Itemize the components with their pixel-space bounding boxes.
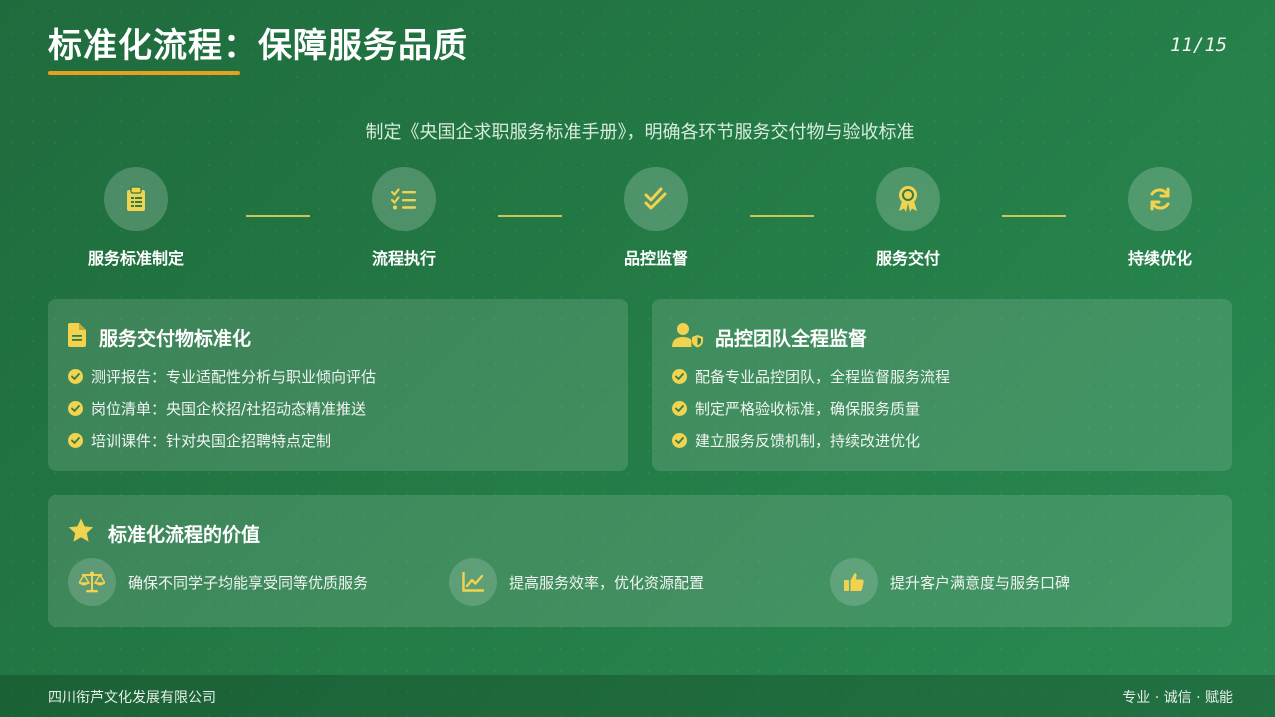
page-indicator: 11/15: [1170, 34, 1228, 56]
title-underline: [48, 71, 240, 75]
check-circle-icon: [68, 432, 83, 448]
step-label: 持续优化: [1127, 249, 1192, 268]
check-circle-icon: [68, 368, 83, 384]
subtitle: 制定《央国企求职服务标准手册》，明确各环节服务交付物与验收标准: [365, 122, 915, 143]
check-circle-icon: [68, 400, 83, 416]
refresh-icon: [1128, 167, 1192, 231]
step-process-execution: 流程执行: [324, 167, 484, 269]
step-label: 服务标准制定: [87, 249, 184, 268]
list-item: 建立服务反馈机制，持续改进优化: [672, 430, 920, 450]
deliverables-card: 服务交付物标准化 测评报告：专业适配性分析与职业倾向评估 岗位清单：央国企校招/…: [48, 299, 628, 471]
list-item: 培训课件：针对央国企招聘特点定制: [68, 430, 331, 450]
clipboard-icon: [104, 167, 168, 231]
step-service-delivery: 服务交付: [828, 167, 988, 269]
checklist-icon: [372, 167, 436, 231]
company-name: 四川衔芦文化发展有限公司: [48, 690, 216, 706]
double-check-icon: [624, 167, 688, 231]
step-connector: [750, 215, 814, 217]
chart-line-icon: [449, 558, 497, 606]
step-connector: [498, 215, 562, 217]
step-quality-control: 品控监督: [576, 167, 736, 269]
check-circle-icon: [672, 432, 687, 448]
step-label: 服务交付: [875, 249, 940, 268]
card-title: 服务交付物标准化: [99, 328, 252, 350]
quality-control-card: 品控团队全程监督 配备专业品控团队，全程监督服务流程 制定严格验收标准，确保服务…: [652, 299, 1232, 471]
card-title: 标准化流程的价值: [108, 524, 261, 546]
list-item: 配备专业品控团队，全程监督服务流程: [672, 366, 950, 386]
step-connector: [1002, 215, 1066, 217]
award-icon: [876, 167, 940, 231]
step-continuous-improvement: 持续优化: [1080, 167, 1240, 269]
list-item: 制定严格验收标准，确保服务质量: [672, 398, 920, 418]
user-shield-icon: [672, 322, 704, 352]
check-circle-icon: [672, 400, 687, 416]
step-connector: [246, 215, 310, 217]
step-label: 流程执行: [371, 249, 436, 268]
document-icon: [68, 323, 86, 351]
footer: 四川衔芦文化发展有限公司 专业 · 诚信 · 赋能: [0, 675, 1275, 717]
list-item: 岗位清单：央国企校招/社招动态精准推送: [68, 398, 366, 418]
page-title: 标准化流程：保障服务品质: [48, 26, 468, 66]
value-item: 提高服务效率，优化资源配置: [449, 558, 704, 606]
card-title: 品控团队全程监督: [715, 328, 868, 350]
balance-scale-icon: [68, 558, 116, 606]
value-item: 提升客户满意度与服务口碑: [830, 558, 1070, 606]
thumbs-up-icon: [830, 558, 878, 606]
star-icon: [68, 518, 94, 547]
check-circle-icon: [672, 368, 687, 384]
step-label: 品控监督: [623, 249, 688, 268]
footer-tagline: 专业 · 诚信 · 赋能: [1122, 690, 1233, 706]
step-service-standard: 服务标准制定: [56, 167, 216, 269]
value-item: 确保不同学子均能享受同等优质服务: [68, 558, 368, 606]
list-item: 测评报告：专业适配性分析与职业倾向评估: [68, 366, 376, 386]
